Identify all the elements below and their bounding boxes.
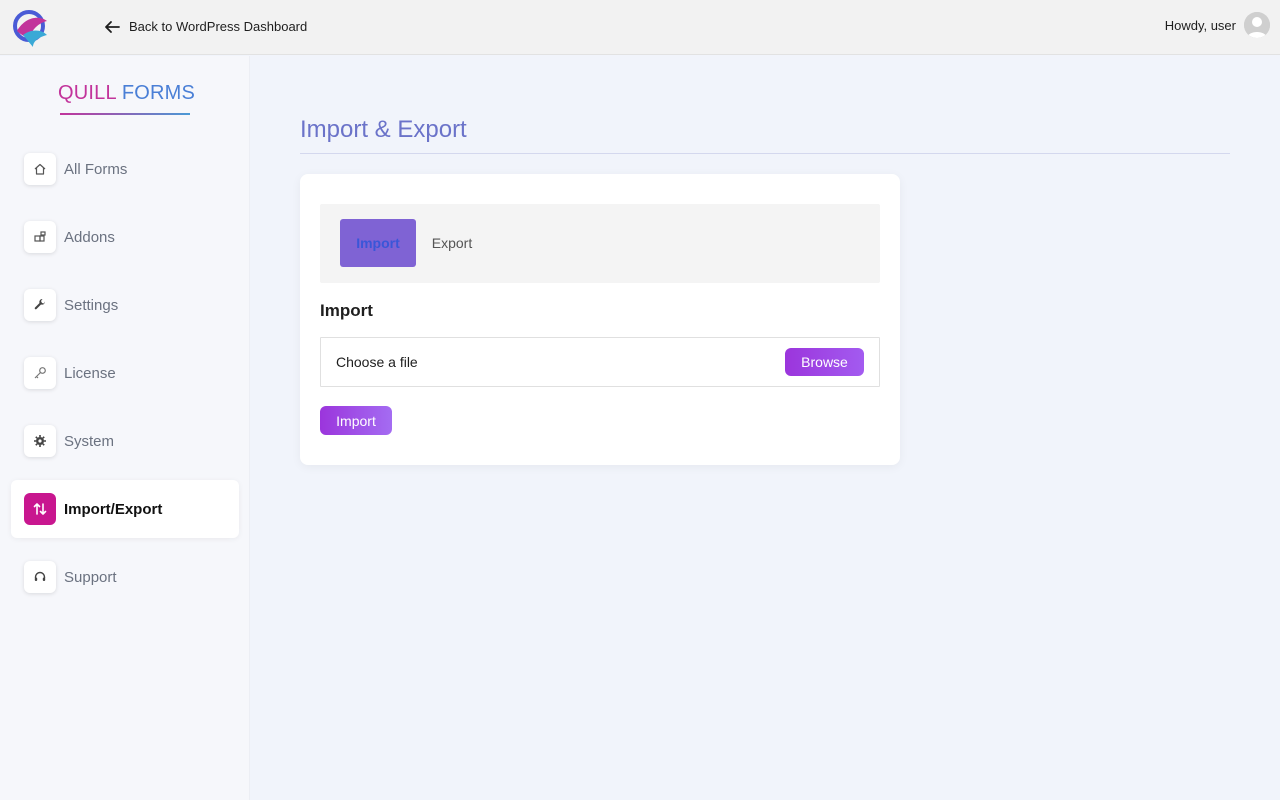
user-menu[interactable]: Howdy, user xyxy=(1165,12,1270,38)
sidebar-item-license[interactable]: License xyxy=(11,344,239,402)
sidebar-item-label: Addons xyxy=(64,228,115,246)
arrow-left-icon xyxy=(105,21,120,33)
sidebar-item-label: Support xyxy=(64,568,117,586)
brand-forms: FORMS xyxy=(121,82,196,104)
key-icon xyxy=(24,357,56,389)
sidebar-item-label: System xyxy=(64,432,115,450)
file-input[interactable]: Choose a file Browse xyxy=(320,337,880,387)
tab-bar: Import Export xyxy=(320,204,880,283)
brand-title: QUILL FORMS xyxy=(58,82,195,105)
sidebar-item-label: License xyxy=(64,364,116,382)
sidebar-item-label: All Forms xyxy=(64,160,128,178)
sidebar-item-all-forms[interactable]: All Forms xyxy=(11,140,239,198)
user-avatar-icon[interactable] xyxy=(1244,12,1270,38)
tab-export[interactable]: Export xyxy=(416,219,488,267)
greeting-text: Howdy, user xyxy=(1164,17,1236,33)
sidebar-item-label: Import/Export xyxy=(64,500,163,518)
sidebar: QUILL FORMS All Forms Addons Settings Li… xyxy=(0,56,250,800)
back-link-label: Back to WordPress Dashboard xyxy=(129,19,308,34)
file-input-placeholder: Choose a file xyxy=(336,354,418,370)
page-title: Import & Export xyxy=(300,116,467,143)
section-title: Import xyxy=(320,301,373,320)
brand-underline xyxy=(60,113,190,115)
brand-quill: QUILL xyxy=(58,82,117,104)
sidebar-item-addons[interactable]: Addons xyxy=(11,208,239,266)
back-to-dashboard-link[interactable]: Back to WordPress Dashboard xyxy=(103,17,307,37)
sidebar-item-support[interactable]: Support xyxy=(11,548,239,606)
sidebar-item-system[interactable]: System xyxy=(11,412,239,470)
sidebar-item-label: Settings xyxy=(64,296,119,314)
import-export-card: Import Export Import Choose a file Brows… xyxy=(300,174,900,465)
quill-forms-logo-icon[interactable] xyxy=(11,7,49,47)
gear-icon xyxy=(24,425,56,457)
wrench-icon xyxy=(24,289,56,321)
tab-import[interactable]: Import xyxy=(340,219,416,267)
import-button[interactable]: Import xyxy=(320,406,392,435)
sidebar-item-settings[interactable]: Settings xyxy=(11,276,239,334)
sidebar-item-import-export[interactable]: Import/Export xyxy=(11,480,239,538)
import-export-icon xyxy=(24,493,56,525)
home-icon xyxy=(24,153,56,185)
browse-button[interactable]: Browse xyxy=(785,348,864,376)
headset-icon xyxy=(24,561,56,593)
title-divider xyxy=(300,153,1230,154)
addons-icon xyxy=(24,221,56,253)
top-bar: Back to WordPress Dashboard Howdy, user xyxy=(0,0,1280,55)
